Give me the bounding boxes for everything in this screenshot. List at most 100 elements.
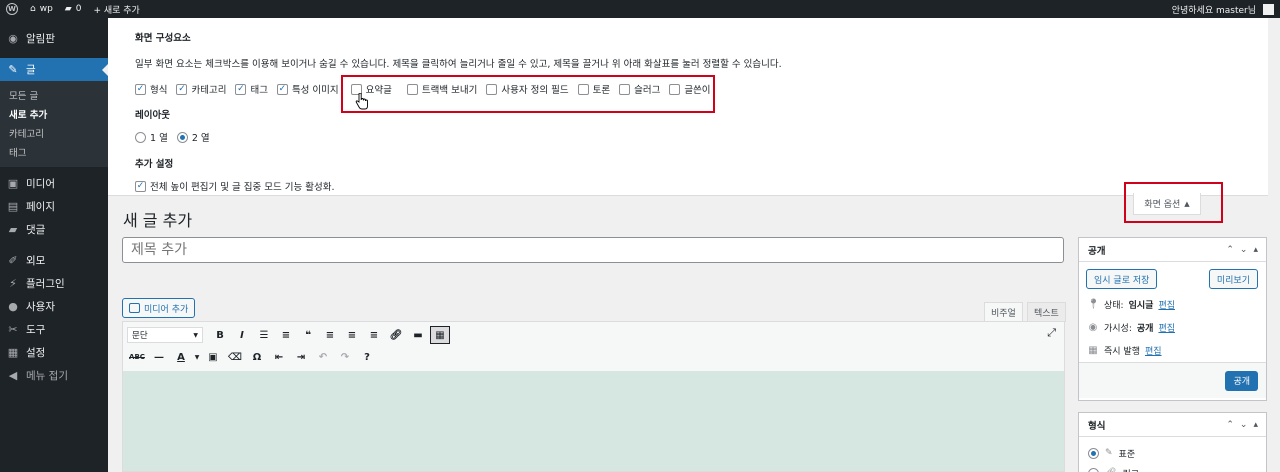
text-color-icon[interactable]: A	[171, 348, 191, 366]
status-label: 상태:	[1104, 301, 1124, 311]
comments-link[interactable]: ▰ 0	[59, 0, 88, 18]
tab-visual[interactable]: 비주얼	[984, 302, 1023, 322]
radio-two-columns[interactable]: 2 열	[176, 130, 210, 144]
sidebar-item-media[interactable]: ▣ 미디어	[0, 172, 108, 195]
sidebar-item-posts[interactable]: ✎ 글	[0, 58, 108, 81]
format-option-label: 표준	[1118, 449, 1136, 460]
editor-content-area[interactable]	[123, 371, 1064, 471]
sidebar-item-appearance[interactable]: ✐ 외모	[0, 249, 108, 272]
schedule-label: 즉시 발행	[1104, 347, 1140, 357]
link-icon[interactable]: 🔗︎	[386, 326, 406, 344]
align-center-icon[interactable]: ≡	[342, 326, 362, 344]
sidebar-item-dashboard[interactable]: ◉ 알림판	[0, 27, 108, 50]
checkbox-checked-icon[interactable]: ✓	[276, 83, 288, 95]
wp-logo-menu[interactable]: W	[0, 0, 24, 18]
read-more-icon[interactable]: ▬	[408, 326, 428, 344]
edit-status-link[interactable]: 편집	[1158, 298, 1175, 311]
paste-text-icon[interactable]: ▣	[203, 348, 223, 366]
move-down-icon[interactable]: ⌄	[1240, 420, 1248, 430]
checkbox-checked-icon[interactable]: ✓	[176, 83, 188, 95]
save-draft-button[interactable]: 임시 글로 저장	[1086, 269, 1158, 289]
indent-icon[interactable]: ⇥	[291, 348, 311, 366]
toggle-panel-icon[interactable]: ▴	[1253, 245, 1258, 255]
checkbox-format[interactable]: ✓ 형식	[135, 82, 167, 96]
sidebar-item-tools[interactable]: ✂ 도구	[0, 318, 108, 341]
format-option-link[interactable]: 🔗︎ 링크	[1079, 463, 1266, 472]
align-left-icon[interactable]: ≡	[320, 326, 340, 344]
align-right-icon[interactable]: ≡	[364, 326, 384, 344]
sidebar-item-pages[interactable]: ▤ 페이지	[0, 195, 108, 218]
checkbox-checked-icon[interactable]: ✓	[135, 180, 146, 192]
sidebar-item-settings[interactable]: ▦ 설정	[0, 341, 108, 364]
publish-button[interactable]: 공개	[1225, 370, 1258, 391]
submenu-add-new[interactable]: 새로 추가	[0, 106, 108, 125]
checkbox-featured-image[interactable]: ✓ 특성 이미지	[276, 82, 339, 96]
special-character-icon[interactable]: Ω	[247, 348, 267, 366]
checkbox-categories[interactable]: ✓ 카테고리	[176, 82, 226, 96]
toolbar-toggle-icon[interactable]: ▦	[430, 326, 450, 344]
collapse-icon: ◀	[8, 369, 18, 382]
italic-button[interactable]: I	[232, 326, 252, 344]
radio-unselected-icon[interactable]	[135, 131, 146, 143]
sidebar-item-label: 페이지	[26, 201, 55, 213]
distraction-free-icon[interactable]: ⤢	[1047, 326, 1056, 340]
add-media-button[interactable]: 미디어 추가	[122, 298, 196, 318]
undo-icon[interactable]: ↶	[313, 348, 333, 366]
collapse-menu-button[interactable]: ◀ 메뉴 접기	[0, 364, 108, 387]
site-name-link[interactable]: ⌂ wp	[24, 0, 59, 18]
page-title: 새 글 추가	[123, 211, 193, 230]
move-up-icon[interactable]: ⌃	[1226, 245, 1234, 255]
paragraph-format-select[interactable]: 문단 ▼	[127, 327, 203, 343]
submenu-all-posts[interactable]: 모든 글	[0, 87, 108, 106]
box-controls: ⌃ ⌄ ▴	[1226, 245, 1266, 255]
checkbox-tags[interactable]: ✓ 태그	[235, 82, 268, 96]
bold-button[interactable]: B	[210, 326, 230, 344]
outdent-icon[interactable]: ⇤	[269, 348, 289, 366]
chevron-down-icon[interactable]: ▼	[193, 348, 201, 366]
sidebar-item-label: 설정	[26, 347, 46, 359]
checkbox-fullscreen-editor[interactable]: ✓ 전체 높이 편집기 및 글 집중 모드 기능 활성화.	[135, 179, 335, 193]
checkbox-label: 카테고리	[191, 85, 227, 96]
post-title-input[interactable]	[122, 237, 1064, 263]
help-icon[interactable]: ?	[357, 348, 377, 366]
arrow-up-icon: ▲	[1184, 199, 1190, 208]
numbered-list-icon[interactable]: ≡	[276, 326, 296, 344]
comment-bubble-icon: ▰	[64, 4, 72, 14]
checkbox-checked-icon[interactable]: ✓	[135, 83, 146, 95]
move-up-icon[interactable]: ⌃	[1226, 420, 1234, 430]
highlight-box-unchecked-options	[341, 75, 715, 113]
radio-unselected-icon[interactable]	[1088, 467, 1099, 472]
checkbox-checked-icon[interactable]: ✓	[235, 83, 247, 95]
toolbar-row-2: ABC — A ▼ ▣ ⌫ Ω ⇤ ⇥ ↶ ↷ ?	[123, 346, 1064, 368]
screen-options-toggle[interactable]: 화면 옵션 ▲	[1133, 193, 1201, 215]
submenu-categories[interactable]: 카테고리	[0, 125, 108, 144]
checkbox-label: 특성 이미지	[291, 85, 339, 96]
sidebar-item-plugins[interactable]: ⚡ 플러그인	[0, 272, 108, 295]
media-icon	[129, 303, 140, 313]
blockquote-icon[interactable]: ❝	[298, 326, 318, 344]
tab-text[interactable]: 텍스트	[1027, 302, 1066, 322]
strikethrough-icon[interactable]: ABC	[127, 348, 147, 366]
new-content-link[interactable]: + 새로 추가	[87, 0, 145, 18]
format-option-standard[interactable]: ✎ 표준	[1079, 443, 1266, 463]
preview-button[interactable]: 미리보기	[1208, 269, 1258, 289]
sidebar-item-comments[interactable]: ▰ 댓글	[0, 218, 108, 241]
publish-actions-top: 임시 글로 저장 미리보기	[1079, 262, 1266, 293]
horizontal-line-icon[interactable]: —	[149, 348, 169, 366]
redo-icon[interactable]: ↷	[335, 348, 355, 366]
bullet-list-icon[interactable]: ☰	[254, 326, 274, 344]
radio-one-column[interactable]: 1 열	[135, 130, 168, 144]
checkbox-label: 태그	[250, 85, 268, 96]
clear-formatting-icon[interactable]: ⌫	[225, 348, 245, 366]
sidebar-item-users[interactable]: ● 사용자	[0, 295, 108, 318]
hand-cursor-icon	[355, 93, 368, 110]
radio-selected-icon[interactable]	[1088, 447, 1099, 459]
my-account-link[interactable]: 안녕하세요 master님	[1166, 0, 1280, 18]
edit-visibility-link[interactable]: 편집	[1158, 321, 1175, 334]
edit-schedule-link[interactable]: 편집	[1145, 344, 1162, 357]
sidebar-item-label: 도구	[26, 324, 46, 336]
submenu-tags[interactable]: 태그	[0, 144, 108, 163]
radio-selected-icon[interactable]	[176, 131, 188, 143]
toggle-panel-icon[interactable]: ▴	[1253, 420, 1258, 430]
move-down-icon[interactable]: ⌄	[1240, 245, 1248, 255]
